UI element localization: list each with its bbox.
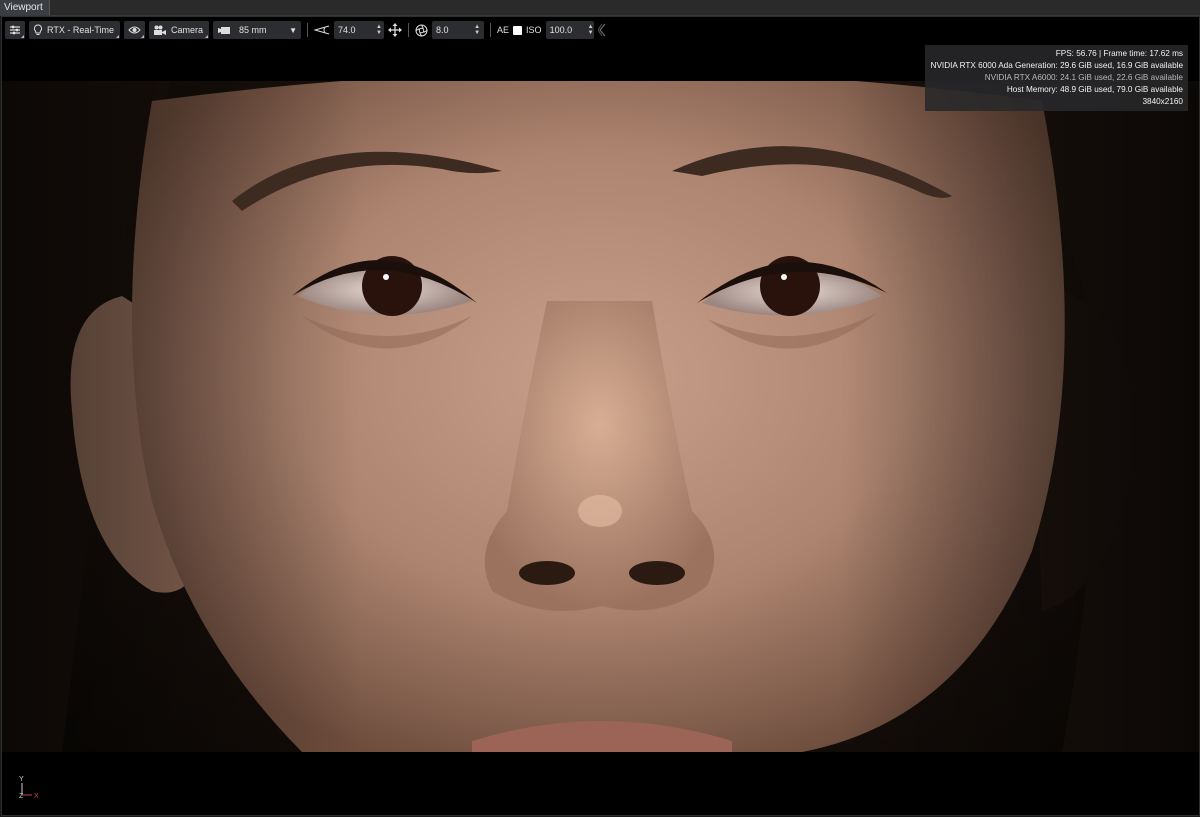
movie-camera-icon	[153, 25, 167, 36]
camera-dropdown[interactable]: Camera	[149, 21, 210, 39]
lens-label: 85 mm	[239, 25, 267, 35]
ae-label: AE	[497, 25, 510, 35]
settings-button[interactable]	[5, 21, 25, 39]
rendered-face-image	[2, 81, 1199, 752]
stats-overlay: FPS: 56.76 | Frame time: 17.62 ms NVIDIA…	[925, 45, 1188, 111]
tab-bar: Viewport	[0, 0, 1200, 16]
lightbulb-icon	[33, 24, 43, 36]
collapse-toolbar-icon[interactable]	[597, 23, 606, 37]
viewport-tab[interactable]: Viewport	[0, 0, 50, 15]
visibility-button[interactable]	[124, 21, 146, 39]
fov-field[interactable]: 74.0 ▲ ▼	[334, 21, 385, 39]
gpu0-memory: NVIDIA RTX 6000 Ada Generation: 29.6 GiB…	[930, 61, 1183, 70]
fov-stepper[interactable]: ▲ ▼	[376, 24, 382, 36]
gpu1-memory: NVIDIA RTX A6000: 24.1 GiB used, 22.6 Gi…	[984, 73, 1183, 82]
film-lens-icon	[217, 26, 231, 35]
viewport-toolbar: RTX - Real-Time Camera 85 mm ▼ 74.0 ▲▼	[2, 17, 1199, 43]
iso-label: ISO	[526, 25, 542, 35]
toolbar-divider	[307, 23, 309, 37]
iso-stepper[interactable]: ▲ ▼	[588, 24, 594, 36]
axis-gizmo: Y Z X	[16, 773, 46, 803]
fstop-field[interactable]: 8.0 ▲ ▼	[432, 21, 485, 39]
eye-icon	[128, 25, 141, 35]
chevron-down-icon: ▼	[289, 25, 298, 35]
renderer-dropdown[interactable]: RTX - Real-Time	[29, 21, 121, 39]
settings-sliders-icon	[9, 24, 21, 36]
fps-readout: FPS: 56.76 | Frame time: 17.62 ms	[1055, 49, 1183, 58]
fov-value: 74.0	[338, 25, 356, 35]
camera-label: Camera	[171, 25, 204, 35]
move-gizmo-icon[interactable]	[388, 23, 403, 37]
renderer-label: RTX - Real-Time	[47, 25, 115, 35]
iso-field[interactable]: 100.0 ▲ ▼	[545, 21, 594, 39]
lens-dropdown[interactable]: 85 mm ▼	[213, 21, 302, 39]
resolution-readout: 3840x2160	[1142, 97, 1183, 106]
host-memory: Host Memory: 48.9 GiB used, 79.0 GiB ava…	[1006, 85, 1183, 94]
fstop-value: 8.0	[436, 25, 449, 35]
fstop-stepper[interactable]: ▲ ▼	[474, 24, 480, 36]
render-view[interactable]	[2, 81, 1199, 752]
axis-z-label: Z	[19, 793, 24, 800]
iso-value: 100.0	[549, 25, 573, 35]
viewport-panel[interactable]: RTX - Real-Time Camera 85 mm ▼ 74.0 ▲▼	[1, 16, 1200, 816]
aperture-icon	[415, 24, 428, 37]
ae-checkbox[interactable]	[513, 25, 523, 35]
toolbar-divider	[490, 23, 492, 37]
fov-icon	[314, 25, 330, 35]
toolbar-divider	[408, 23, 410, 37]
axis-y-label: Y	[19, 776, 24, 783]
axis-x-label: X	[34, 793, 39, 800]
